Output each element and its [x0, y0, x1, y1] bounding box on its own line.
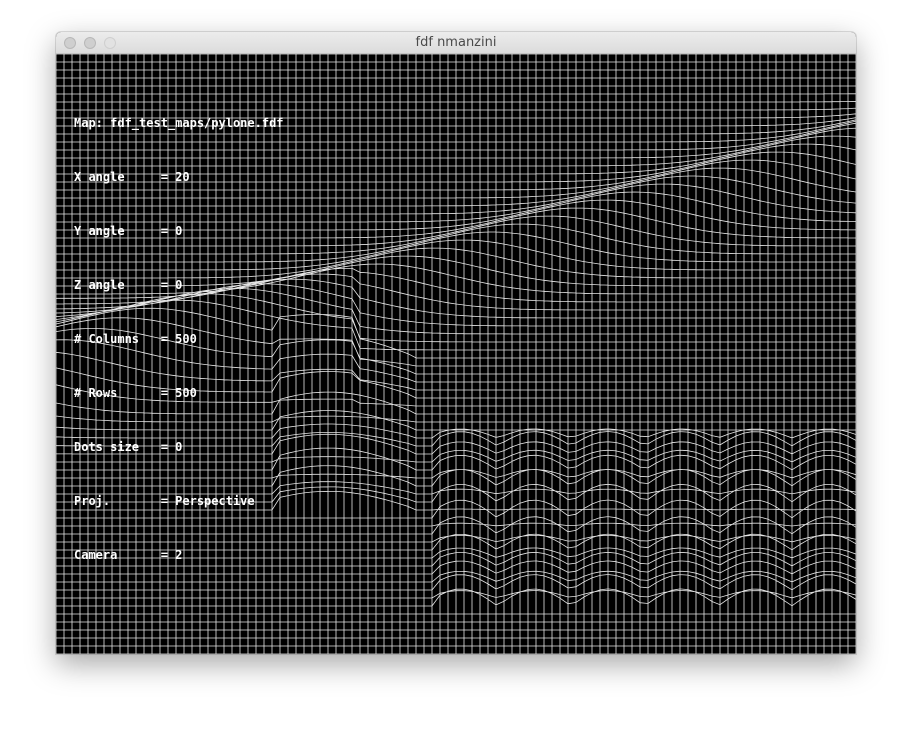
info-panel: Map: fdf_test_maps/pylone.fdf X angle = …	[74, 78, 284, 600]
info-x-angle: X angle = 20	[74, 170, 190, 184]
info-dots-size: Dots size = 0	[74, 440, 183, 454]
info-projection: Proj. = Perspective	[74, 494, 255, 508]
info-rows: # Rows = 500	[74, 386, 197, 400]
app-window: fdf nmanzini Map: fdf_test_maps/pylone.f…	[56, 32, 856, 654]
info-columns: # Columns = 500	[74, 332, 197, 346]
info-y-angle: Y angle = 0	[74, 224, 183, 238]
info-camera: Camera = 2	[74, 548, 183, 562]
fdf-render-canvas[interactable]: Map: fdf_test_maps/pylone.fdf X angle = …	[56, 54, 856, 654]
window-title: fdf nmanzini	[415, 35, 497, 50]
title-bar[interactable]: fdf nmanzini	[56, 32, 856, 54]
info-map: Map: fdf_test_maps/pylone.fdf	[74, 116, 284, 130]
info-z-angle: Z angle = 0	[74, 278, 183, 292]
